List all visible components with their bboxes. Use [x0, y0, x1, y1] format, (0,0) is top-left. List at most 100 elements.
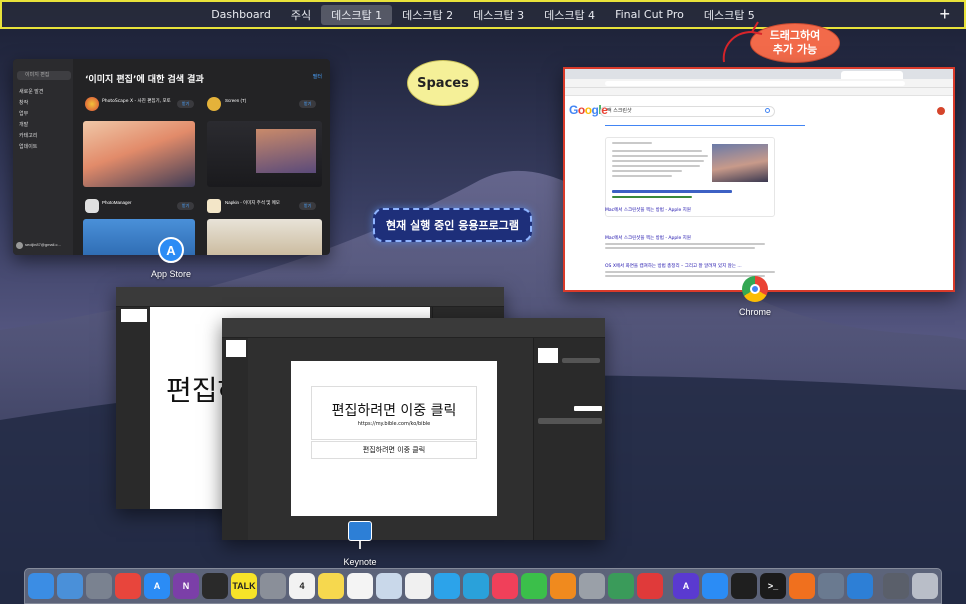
affinity-icon[interactable]: A: [673, 573, 699, 599]
dock: A N TALK 4 A >_: [24, 568, 942, 604]
slide-url-text: https://my.bible.com/ko/bible: [357, 420, 431, 427]
search-results-title: ‘이미지 편집’에 대한 검색 결과: [85, 75, 204, 85]
filter-button[interactable]: 필터: [313, 73, 322, 80]
facetime-icon[interactable]: [521, 573, 547, 599]
slide-navigator[interactable]: [116, 307, 150, 509]
curved-arrow-icon: [722, 21, 763, 63]
drag-callout-line2: 추가 가능: [772, 43, 818, 56]
app-store-icon[interactable]: A: [144, 573, 170, 599]
slide-canvas[interactable]: 편집하려면 이중 클릭 https://my.bible.com/ko/bibl…: [291, 361, 497, 516]
launchpad-icon[interactable]: [86, 573, 112, 599]
title-placeholder[interactable]: 편집하려면 이중 클릭 https://my.bible.com/ko/bibl…: [311, 386, 477, 440]
folder-icon[interactable]: [57, 573, 83, 599]
slide-subtitle-text[interactable]: 편집하려면 이중 클릭: [311, 441, 477, 459]
kakaotalk-icon[interactable]: TALK: [231, 573, 257, 599]
screenshot-thumbnail: [207, 121, 322, 187]
network-icon[interactable]: [608, 573, 634, 599]
space-item[interactable]: 주식: [281, 5, 321, 25]
music-icon[interactable]: [492, 573, 518, 599]
running-apps-callout: 현재 실행 중인 응용프로그램: [373, 208, 532, 242]
spaces-callout: Spaces: [407, 60, 479, 106]
avatar: [16, 242, 23, 249]
result-link[interactable]: Mac에서 스크린샷을 찍는 방법 - Apple 지원: [605, 235, 691, 241]
finder-icon[interactable]: [28, 573, 54, 599]
app-store-icon[interactable]: A: [158, 237, 184, 263]
chrome-tab-strip[interactable]: [565, 69, 953, 79]
notes-icon[interactable]: [318, 573, 344, 599]
chrome-icon[interactable]: [742, 276, 768, 302]
get-button[interactable]: 받기: [177, 202, 195, 210]
stocks-icon[interactable]: [731, 573, 757, 599]
safari-icon[interactable]: [702, 573, 728, 599]
mission-control-spaces-bar: Dashboard 주식 데스크탑 1 데스크탑 2 데스크탑 3 데스크탑 4 Final…: [0, 0, 966, 29]
space-item[interactable]: Dashboard: [201, 6, 281, 23]
search-icon[interactable]: [765, 108, 770, 113]
chrome-window[interactable]: Google 맥 스크린샷 Mac에서 스크린샷을 찍는 방법 - Apple …: [563, 67, 955, 292]
result-link[interactable]: Mac에서 스크린샷을 찍는 방법 - Apple 지원: [605, 207, 691, 213]
space-item[interactable]: Final Cut Pro: [605, 6, 694, 23]
get-button[interactable]: 받기: [177, 100, 195, 108]
result-link[interactable]: OS X에서 화면을 캡쳐하는 방법 총정리 – 그리고 잘 알려져 있지 않는…: [605, 263, 742, 269]
video-icon[interactable]: [637, 573, 663, 599]
keynote-toolbar: [222, 318, 605, 338]
sidebar-item[interactable]: 개발: [19, 120, 43, 131]
keynote-toolbar: [116, 287, 504, 307]
space-item[interactable]: 데스크탑 1: [321, 4, 393, 25]
google-search-input[interactable]: 맥 스크린샷: [600, 106, 775, 117]
format-inspector: [533, 338, 605, 540]
sidebar-item[interactable]: 새로운 발견: [19, 87, 43, 98]
keynote-window-front[interactable]: 편집하려면 이중 클릭 https://my.bible.com/ko/bibl…: [222, 318, 605, 540]
screenshot-thumbnail: [207, 219, 322, 255]
space-item[interactable]: 데스크탑 3: [463, 5, 534, 25]
system-preferences-icon[interactable]: [260, 573, 286, 599]
sidebar-item[interactable]: 카테고리: [19, 131, 43, 142]
app-store-window[interactable]: 이미지 편집 새로운 발견 창작 업무 개발 카테고리 업데이트 seoljin87@gm…: [13, 59, 330, 255]
calendar-icon[interactable]: 4: [289, 573, 315, 599]
app-store-search-field[interactable]: 이미지 편집: [17, 71, 71, 80]
drag-callout-line1: 드래그하여: [769, 29, 821, 42]
chrome-label: Chrome: [738, 307, 771, 317]
napkin-icon: [207, 199, 221, 213]
photo-browser-icon[interactable]: [818, 573, 844, 599]
screen-icon: [207, 97, 221, 111]
chrome-icon[interactable]: [115, 573, 141, 599]
books-icon[interactable]: [550, 573, 576, 599]
messages-icon[interactable]: [434, 573, 460, 599]
featured-snippet: [605, 137, 775, 217]
utility-icon[interactable]: [579, 573, 605, 599]
sidebar-item[interactable]: 업무: [19, 109, 43, 120]
spaces-list: Dashboard 주식 데스크탑 1 데스크탑 2 데스크탑 3 데스크탑 4 Final…: [201, 4, 765, 25]
add-space-button[interactable]: +: [939, 4, 950, 24]
result-name: Screen (T): [225, 98, 247, 103]
firefox-icon[interactable]: [789, 573, 815, 599]
telegram-icon[interactable]: [463, 573, 489, 599]
terminal-icon[interactable]: >_: [760, 573, 786, 599]
photoscape-icon: [85, 97, 99, 111]
screenshot-icon[interactable]: [883, 573, 909, 599]
account-label[interactable]: seoljin87@gmail.c...: [25, 242, 61, 247]
reminders-icon[interactable]: [347, 573, 373, 599]
result-name: PhotoManager: [102, 200, 132, 205]
chrome-bookmarks-bar: [565, 88, 953, 96]
app-store-label: App Store: [150, 269, 192, 279]
avatar[interactable]: [937, 107, 945, 115]
keynote-icon[interactable]: [348, 521, 372, 549]
app-store-sidebar: 이미지 편집 새로운 발견 창작 업무 개발 카테고리 업데이트 seoljin87@gm…: [13, 59, 73, 255]
sidebar-item[interactable]: 업데이트: [19, 142, 43, 153]
screenshot-thumbnail: [83, 121, 195, 187]
get-button[interactable]: 받기: [299, 202, 317, 210]
preview-icon[interactable]: [376, 573, 402, 599]
final-cut-pro-icon[interactable]: [202, 573, 228, 599]
photos-icon[interactable]: [405, 573, 431, 599]
tab-underline: [605, 125, 805, 126]
keynote-icon[interactable]: [847, 573, 873, 599]
space-item[interactable]: 데스크탑 2: [392, 5, 463, 25]
onenote-icon[interactable]: N: [173, 573, 199, 599]
space-item[interactable]: 데스크탑 4: [534, 5, 605, 25]
trash-icon[interactable]: [912, 573, 938, 599]
chrome-address-bar[interactable]: [565, 79, 953, 88]
sidebar-item[interactable]: 창작: [19, 98, 43, 109]
slide-title-text[interactable]: 편집하려면 이중 클릭: [332, 400, 457, 420]
get-button[interactable]: 받기: [299, 100, 317, 108]
slide-navigator[interactable]: [222, 338, 248, 540]
